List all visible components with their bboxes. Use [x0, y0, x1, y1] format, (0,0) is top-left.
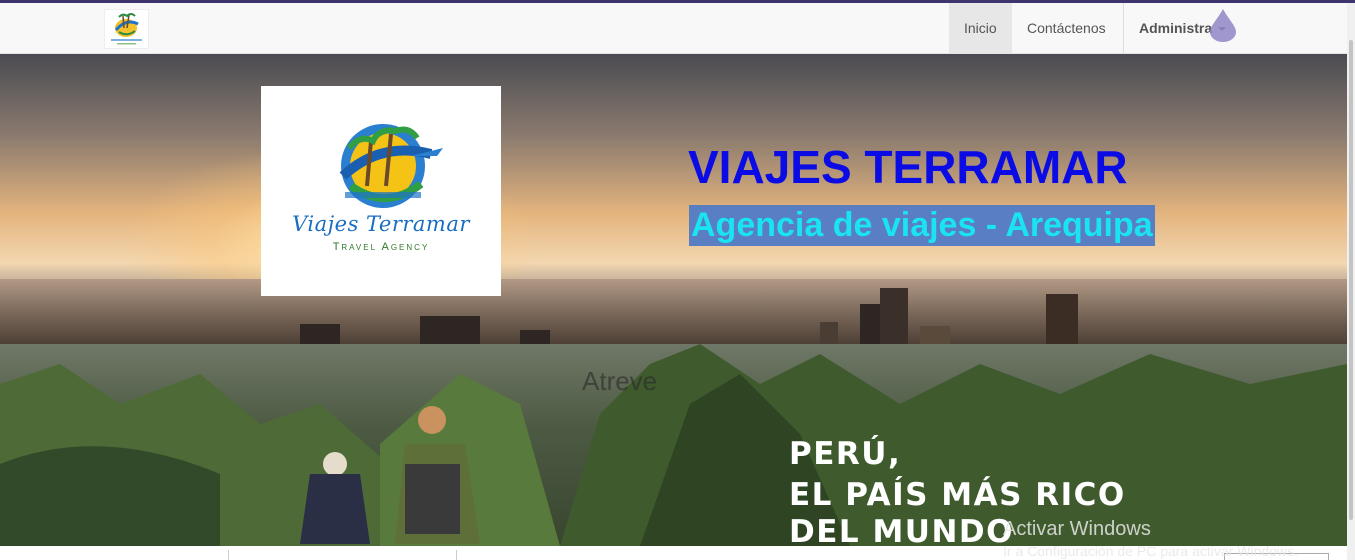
activation-watermark-title: Activar Windows [1003, 518, 1151, 540]
brand-logo[interactable] [104, 9, 149, 49]
promo-banner: Atreve PERÚ, EL PAÍS MÁS RICO DEL MUNDO [0, 344, 1347, 546]
hero-banner: Viajes Terramar Travel Agency VIAJES TER… [0, 54, 1347, 344]
nav-admin-label: Administra [1139, 20, 1213, 36]
promo-line-2: EL PAÍS MÁS RICO [789, 477, 1126, 513]
scrollbar-thumb[interactable] [1349, 40, 1353, 520]
promo-faded-text: Atreve [582, 366, 658, 396]
nav-item-contactenos[interactable]: Contáctenos [1012, 3, 1123, 53]
page-subtitle: Agencia de viajes - Arequipa [689, 205, 1155, 246]
page-title: VIAJES TERRAMAR [688, 141, 1128, 193]
hero-logo-subtext: Travel Agency [332, 241, 430, 253]
promo-line-1: PERÚ, [789, 436, 902, 472]
cursor-drop-icon [1210, 9, 1236, 42]
promo-line-3: DEL MUNDO [789, 514, 1015, 546]
nav-item-inicio[interactable]: Inicio [949, 3, 1012, 53]
hero-skyline-ground [0, 279, 1347, 344]
palm-logo-icon [111, 13, 142, 45]
activation-watermark-text: Ir a Configuración de PC para activar Wi… [1003, 543, 1298, 559]
footer-divider [228, 550, 229, 560]
palm-logo-icon [339, 124, 443, 208]
mountain-landscape-image [0, 344, 1347, 546]
navbar: Inicio Contáctenos Administra [0, 3, 1347, 54]
footer-divider [456, 550, 457, 560]
hero-logo-text: Viajes Terramar [292, 212, 470, 236]
hero-logo: Viajes Terramar Travel Agency [261, 86, 501, 296]
